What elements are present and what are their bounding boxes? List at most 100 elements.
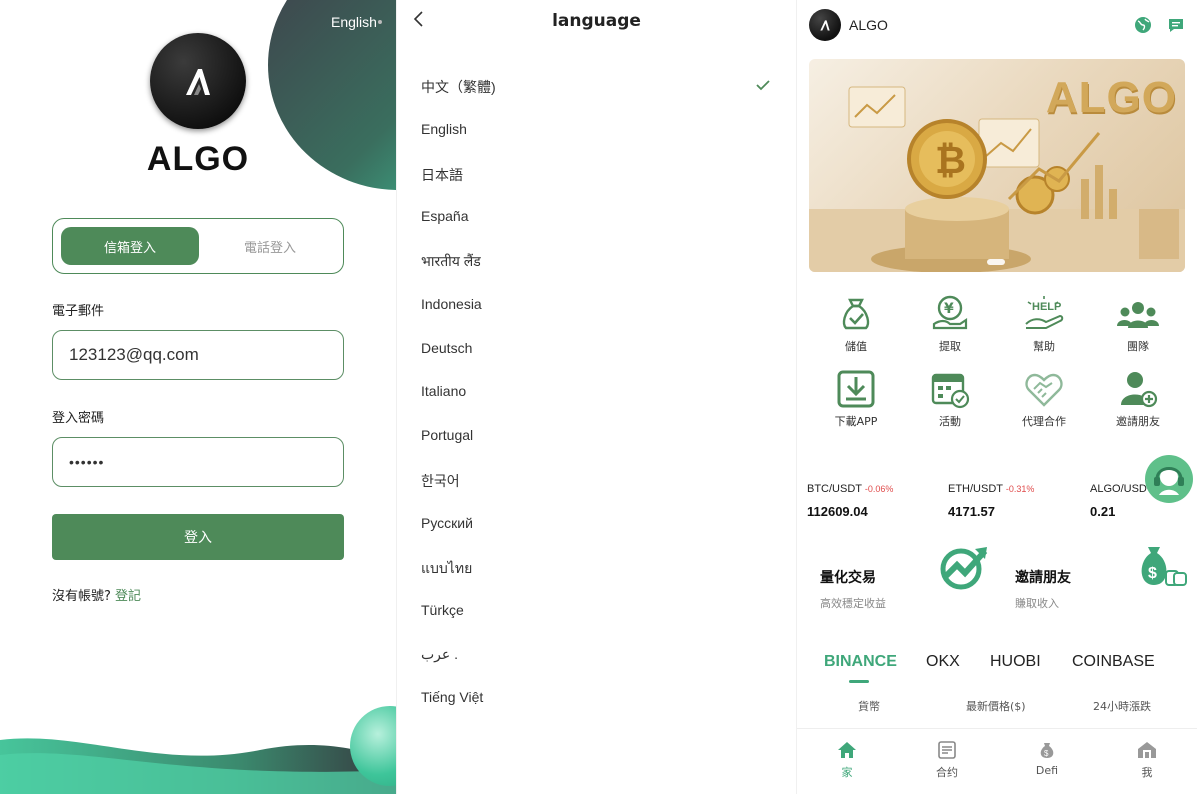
- handshake-icon: [1025, 373, 1063, 407]
- tab-binance[interactable]: BINANCE: [824, 653, 897, 671]
- home-screen: ALGO ₿ ALGO 儲值 ¥ 提取 HELP 幫助 團隊 下載APP 活動 …: [796, 0, 1197, 794]
- svg-text:$: $: [1044, 749, 1049, 758]
- help-icon: HELP: [1025, 296, 1064, 329]
- password-label: 登入密碼: [52, 411, 105, 426]
- language-option[interactable]: Tiếng Việt: [421, 689, 483, 705]
- tab-home[interactable]: 家: [817, 741, 877, 780]
- invite-friends-title[interactable]: 邀請朋友: [1015, 567, 1071, 587]
- add-user-icon: [1121, 372, 1158, 408]
- svg-text:$: $: [1148, 565, 1157, 582]
- language-option[interactable]: España: [421, 208, 468, 224]
- column-latest-price: 最新價格($): [966, 700, 1026, 713]
- ticker-price: 112609.04: [807, 504, 868, 519]
- invite-friends-label: 邀請朋友: [1116, 415, 1160, 428]
- tab-me[interactable]: 我: [1117, 741, 1177, 780]
- download-app-label: 下載APP: [834, 415, 878, 428]
- carousel-indicator[interactable]: [987, 259, 1005, 265]
- help-label: 幫助: [1033, 340, 1055, 353]
- defi-bag-icon: $: [1040, 743, 1054, 758]
- withdraw-button[interactable]: ¥ 提取: [903, 294, 997, 354]
- customer-support-button[interactable]: [1145, 455, 1193, 503]
- password-field[interactable]: ••••••: [52, 437, 344, 487]
- language-option[interactable]: Русский: [421, 515, 473, 531]
- banner-brand: ALGO: [1045, 73, 1177, 122]
- language-option[interactable]: भारतीय लैंड: [421, 252, 481, 271]
- language-option[interactable]: 中文（繁體): [421, 77, 496, 97]
- language-option[interactable]: Türkçe: [421, 602, 464, 618]
- tab-defi-label: Defi: [1035, 764, 1059, 777]
- partnership-label: 代理合作: [1022, 415, 1066, 428]
- decorative-wave: [0, 738, 396, 794]
- login-screen: English ALGO 信箱登入 電話登入 電子郵件 123123@qq.co…: [0, 0, 396, 794]
- tab-defi[interactable]: $ Defi: [1017, 741, 1077, 777]
- email-field[interactable]: 123123@qq.com: [52, 330, 344, 380]
- invite-friends-subtitle: 賺取收入: [1015, 597, 1059, 610]
- tab-coinbase[interactable]: COINBASE: [1072, 653, 1155, 671]
- team-icon: [1117, 302, 1159, 328]
- house-profile-icon: [1138, 742, 1156, 758]
- no-account-text: 沒有帳號?: [52, 589, 111, 604]
- trend-up-icon: [940, 547, 988, 590]
- tab-contract-label: 合约: [936, 766, 958, 779]
- tab-home-label: 家: [841, 766, 853, 779]
- invite-friends-button[interactable]: 邀請朋友: [1091, 369, 1185, 429]
- ticker-btc[interactable]: BTC/USDT -0.06%: [807, 483, 893, 495]
- ticker-price: 4171.57: [948, 504, 995, 519]
- ticker-change: -0.06%: [864, 484, 894, 494]
- language-option[interactable]: Italiano: [421, 383, 466, 399]
- app-title: ALGO: [849, 17, 888, 33]
- tab-phone-login[interactable]: 電話登入: [203, 227, 337, 265]
- svg-text:₿: ₿: [935, 140, 966, 182]
- document-icon: [938, 741, 956, 759]
- withdraw-label: 提取: [939, 340, 961, 353]
- download-app-button[interactable]: 下載APP: [809, 369, 903, 429]
- deposit-button[interactable]: 儲值: [809, 294, 903, 354]
- language-option[interactable]: 日本語: [421, 165, 463, 185]
- column-24h-change: 24小時漲跌: [1093, 700, 1151, 713]
- tab-email-login[interactable]: 信箱登入: [61, 227, 199, 265]
- language-option[interactable]: Portugal: [421, 427, 473, 443]
- ticker-change: -0.31%: [1005, 484, 1035, 494]
- ticker-algo[interactable]: ALGO/USD: [1090, 483, 1147, 495]
- globe-icon[interactable]: [1134, 16, 1152, 34]
- language-option[interactable]: 한국어: [421, 471, 460, 491]
- headset-icon: [1154, 467, 1184, 495]
- tab-me-label: 我: [1141, 766, 1153, 779]
- ticker-eth[interactable]: ETH/USDT -0.31%: [948, 483, 1034, 495]
- tab-huobi[interactable]: HUOBI: [990, 653, 1041, 671]
- language-option[interactable]: Indonesia: [421, 296, 482, 312]
- active-tab-indicator: [849, 680, 869, 683]
- activity-label: 活動: [939, 415, 961, 428]
- yen-withdraw-icon: ¥: [932, 295, 968, 330]
- tab-okx[interactable]: OKX: [926, 653, 960, 671]
- algo-logo: [809, 9, 841, 41]
- team-button[interactable]: 團隊: [1091, 294, 1185, 354]
- algo-logo: [150, 33, 246, 129]
- bottom-tab-bar: 家 合约 $ Defi 我: [797, 728, 1197, 794]
- promo-banner[interactable]: ₿ ALGO: [809, 59, 1185, 272]
- calendar-icon: [931, 373, 970, 409]
- language-option[interactable]: Deutsch: [421, 340, 472, 356]
- help-button[interactable]: HELP 幫助: [997, 294, 1091, 354]
- language-option[interactable]: English: [421, 121, 467, 137]
- message-icon[interactable]: [1167, 16, 1185, 34]
- language-option[interactable]: عرب .: [421, 646, 458, 663]
- partnership-button[interactable]: 代理合作: [997, 369, 1091, 429]
- money-bag-coins-icon: $: [1141, 547, 1187, 586]
- register-link[interactable]: 登記: [115, 589, 141, 604]
- activity-button[interactable]: 活動: [903, 369, 997, 429]
- language-dot-icon: [378, 20, 382, 24]
- language-option[interactable]: แบบไทย: [421, 558, 472, 580]
- login-button[interactable]: 登入: [52, 514, 344, 560]
- brand-title: ALGO: [146, 140, 250, 178]
- language-switch[interactable]: English: [331, 14, 377, 30]
- tab-contract[interactable]: 合约: [917, 741, 977, 780]
- email-label: 電子郵件: [52, 304, 105, 319]
- home-icon: [838, 742, 856, 758]
- ticker-pair: ETH/USDT: [948, 483, 1003, 495]
- signup-prompt: 沒有帳號? 登記: [52, 585, 141, 604]
- download-icon: [837, 370, 875, 408]
- login-method-tabs: 信箱登入 電話登入: [52, 218, 344, 274]
- deposit-label: 儲值: [845, 340, 867, 353]
- quant-trading-title[interactable]: 量化交易: [820, 567, 876, 587]
